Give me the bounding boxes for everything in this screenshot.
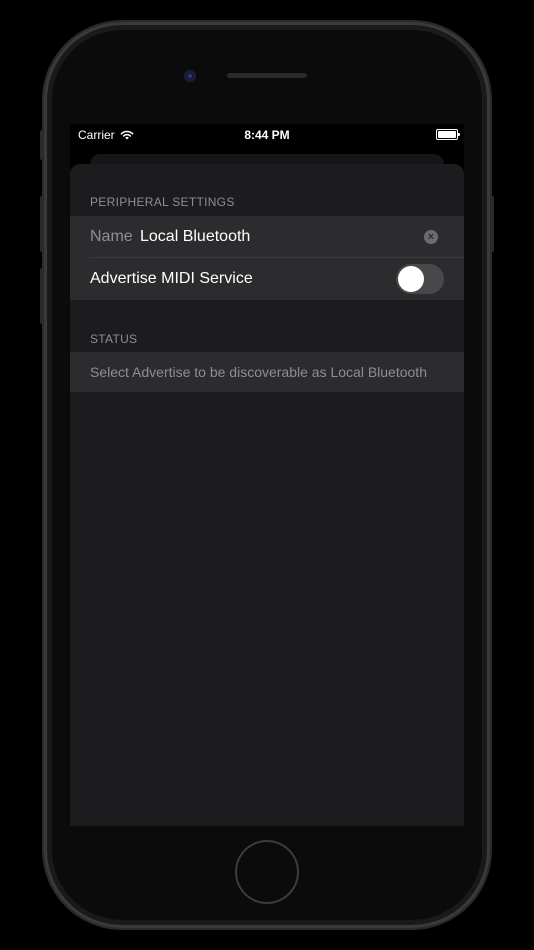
status-row: Select Advertise to be discoverable as L… <box>70 352 464 392</box>
advertise-row: Advertise MIDI Service <box>70 258 464 300</box>
screen: Carrier 8:44 PM PERIPHERAL SETTINGS Name… <box>70 124 464 826</box>
silent-switch <box>40 130 44 160</box>
earpiece-speaker <box>227 73 307 78</box>
status-bar: Carrier 8:44 PM <box>70 124 464 146</box>
front-camera <box>184 70 196 82</box>
toggle-knob <box>398 266 424 292</box>
power-button <box>490 196 494 252</box>
name-row: Name Local Bluetooth × <box>70 216 464 258</box>
advertise-label: Advertise MIDI Service <box>90 270 253 287</box>
status-header: STATUS <box>90 332 138 346</box>
name-label: Name <box>90 228 133 245</box>
volume-down-button <box>40 268 44 324</box>
battery-icon <box>436 129 460 140</box>
volume-up-button <box>40 196 44 252</box>
clear-icon[interactable]: × <box>424 230 438 244</box>
status-message: Select Advertise to be discoverable as L… <box>90 364 427 380</box>
name-field[interactable]: Local Bluetooth <box>140 228 250 246</box>
peripheral-settings-header: PERIPHERAL SETTINGS <box>90 195 235 209</box>
status-time: 8:44 PM <box>244 128 290 142</box>
settings-sheet: PERIPHERAL SETTINGS Name Local Bluetooth… <box>70 164 464 826</box>
advertise-toggle[interactable] <box>396 264 444 294</box>
home-button[interactable] <box>237 842 297 902</box>
